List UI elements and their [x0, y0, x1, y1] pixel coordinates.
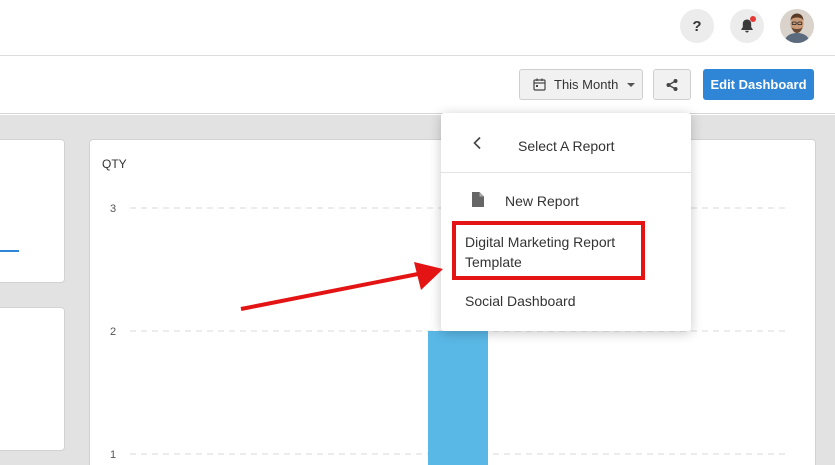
menu-header: Select A Report — [441, 113, 691, 173]
avatar-icon — [780, 9, 814, 43]
share-button[interactable] — [653, 69, 691, 100]
menu-item-label: Social Dashboard — [465, 293, 576, 309]
notifications-button[interactable] — [730, 9, 764, 43]
file-icon — [472, 192, 484, 207]
widget-card — [0, 139, 65, 283]
dashboard-toolbar: This Month Edit Dashboard — [0, 56, 835, 114]
y-tick-label: 3 — [110, 203, 116, 215]
menu-title: Select A Report — [518, 138, 615, 154]
share-icon — [666, 78, 678, 91]
top-bar: ? — [0, 0, 835, 56]
chart-bar[interactable] — [428, 331, 488, 465]
y-tick-label: 1 — [110, 449, 116, 461]
annotation-highlight-box — [452, 221, 645, 280]
menu-item-social-dashboard[interactable]: Social Dashboard — [441, 291, 691, 313]
chevron-left-icon[interactable] — [471, 136, 485, 150]
calendar-icon — [533, 78, 546, 91]
menu-item-label: New Report — [505, 193, 579, 209]
widget-card — [0, 307, 65, 451]
user-avatar[interactable] — [780, 9, 814, 43]
dashboard-canvas: QTY 321 — [0, 115, 835, 465]
edit-dashboard-button[interactable]: Edit Dashboard — [703, 69, 814, 100]
widget-progress-line — [0, 250, 19, 252]
menu-item-new-report[interactable]: New Report — [441, 191, 691, 219]
help-icon: ? — [692, 17, 702, 35]
date-range-label: This Month — [554, 77, 619, 92]
help-button[interactable]: ? — [680, 9, 714, 43]
y-tick-label: 2 — [110, 326, 116, 338]
notification-dot — [750, 16, 756, 22]
chevron-down-icon — [627, 82, 636, 87]
date-range-dropdown[interactable]: This Month — [519, 69, 643, 100]
